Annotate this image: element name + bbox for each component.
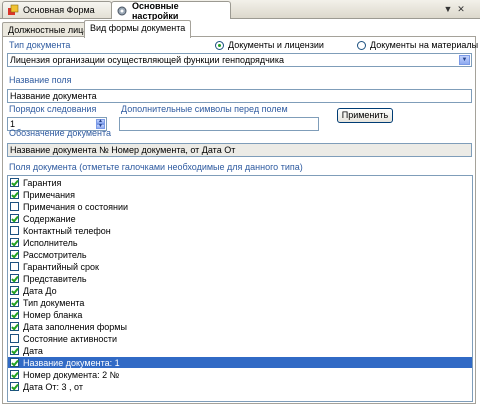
radio-docs-licenses-label: Документы и лицензии — [228, 40, 324, 50]
radio-docs-licenses[interactable]: Документы и лицензии — [215, 40, 324, 50]
checkbox[interactable] — [10, 190, 19, 199]
list-item-label: Рассмотритель — [23, 249, 87, 260]
list-item-label: Название документа: 1 — [23, 357, 120, 368]
list-item[interactable]: Тип документа — [8, 297, 472, 308]
list-item[interactable]: Номер документа: 2 № — [8, 369, 472, 380]
list-item[interactable]: Примечания — [8, 189, 472, 200]
list-item-label: Состояние активности — [23, 333, 118, 344]
list-item[interactable]: Дата От: 3 , от — [8, 381, 472, 392]
list-item-label: Дата До — [23, 285, 57, 296]
close-icon[interactable]: ✕ — [455, 3, 467, 15]
list-item-label: Контактный телефон — [23, 225, 111, 236]
list-item-label: Представитель — [23, 273, 87, 284]
list-item-label: Гарантийный срок — [23, 261, 99, 272]
checkbox[interactable] — [10, 238, 19, 247]
field-name-label: Название поля — [9, 75, 72, 85]
inner-tab-strip: Должностные лица Вид формы документа — [2, 20, 478, 38]
chevron-down-icon[interactable]: ▼ — [442, 3, 454, 15]
list-item[interactable]: Дата заполнения формы — [8, 321, 472, 332]
tab-main-settings-label: Основные настройки — [132, 0, 179, 21]
field-name-input[interactable]: Название документа — [7, 89, 472, 103]
list-item-label: Примечания о состоянии — [23, 201, 128, 212]
list-item[interactable]: Дата До — [8, 285, 472, 296]
list-item[interactable]: Рассмотритель — [8, 249, 472, 260]
tab-main-form[interactable]: Основная Форма — [2, 1, 112, 18]
list-item-label: Номер документа: 2 № — [23, 369, 120, 380]
list-item-label: Дата От: 3 , от — [23, 381, 83, 392]
radio-docs-materials[interactable]: Документы на материалы — [357, 40, 478, 50]
tab-document-form-view[interactable]: Вид формы документа — [84, 20, 192, 38]
checkbox[interactable] — [10, 202, 19, 211]
checkbox[interactable] — [10, 382, 19, 391]
list-item[interactable]: Содержание — [8, 213, 472, 224]
radio-selected-indicator — [215, 40, 224, 50]
checkbox[interactable] — [10, 334, 19, 343]
order-label: Порядок следования — [9, 104, 97, 114]
checkbox[interactable] — [10, 310, 19, 319]
settings-window: Основная Форма Основные настройки ▼ ✕ До… — [0, 0, 480, 407]
checkbox[interactable] — [10, 286, 19, 295]
radio-docs-materials-label: Документы на материалы — [370, 40, 479, 50]
tab-main-settings[interactable]: Основные настройки — [111, 0, 231, 21]
apply-button[interactable]: Применить — [337, 108, 393, 123]
settings-icon — [117, 6, 127, 15]
list-item[interactable]: Дата — [8, 345, 472, 356]
list-item-label: Дата — [23, 345, 43, 356]
checkbox[interactable] — [10, 370, 19, 379]
checkbox[interactable] — [10, 346, 19, 355]
checkbox[interactable] — [10, 274, 19, 283]
chevron-down-icon[interactable]: ▼ — [459, 55, 470, 65]
checkbox[interactable] — [10, 358, 19, 367]
checkbox[interactable] — [10, 226, 19, 235]
fields-checklist[interactable]: Гарантия Примечания Примечания о состоянии… — [7, 175, 473, 402]
checkbox[interactable] — [10, 214, 19, 223]
designation-label: Обозначение документа — [9, 128, 112, 138]
checkbox[interactable] — [10, 322, 19, 331]
list-item[interactable]: Примечания о состоянии — [8, 201, 472, 212]
extra-symbols-label: Дополнительные символы перед полем — [121, 104, 288, 114]
checkbox[interactable] — [10, 178, 19, 187]
extra-symbols-input[interactable] — [119, 117, 319, 131]
designation-field: Название документа № Номер документа, от… — [7, 143, 472, 157]
form-icon — [8, 4, 19, 15]
document-tab-strip: Основная Форма Основные настройки ▼ ✕ — [0, 0, 480, 21]
doc-type-select-value: Лицензия организации осуществляющей функ… — [10, 55, 284, 65]
list-item-label: Гарантия — [23, 177, 62, 188]
tab-officials[interactable]: Должностные лица — [2, 22, 95, 37]
list-item-label: Номер бланка — [23, 309, 83, 320]
list-item-label: Содержание — [23, 213, 76, 224]
list-item[interactable]: Гарантийный срок — [8, 261, 472, 272]
list-item[interactable]: Состояние активности — [8, 333, 472, 344]
list-item[interactable]: Контактный телефон — [8, 225, 472, 236]
list-item[interactable]: Название документа: 1 — [8, 357, 472, 368]
checkbox[interactable] — [10, 262, 19, 271]
list-item-label: Тип документа — [23, 297, 85, 308]
list-item-label: Дата заполнения формы — [23, 321, 127, 332]
radio-indicator — [357, 40, 366, 50]
tab-main-form-label: Основная Форма — [23, 5, 95, 15]
list-item[interactable]: Исполнитель — [8, 237, 472, 248]
list-item[interactable]: Представитель — [8, 273, 472, 284]
list-item-label: Исполнитель — [23, 237, 78, 248]
document-form-panel: Тип документа Документы и лицензии Докум… — [2, 36, 478, 404]
list-item[interactable]: Номер бланка — [8, 309, 472, 320]
list-item-label: Примечания — [23, 189, 75, 200]
doc-type-select[interactable]: Лицензия организации осуществляющей функ… — [7, 53, 472, 67]
fields-list-label: Поля документа (отметьте галочками необх… — [9, 162, 303, 172]
list-item[interactable]: Гарантия — [8, 177, 472, 188]
checkbox[interactable] — [10, 298, 19, 307]
doc-type-label: Тип документа — [9, 40, 71, 50]
checkbox[interactable] — [10, 250, 19, 259]
